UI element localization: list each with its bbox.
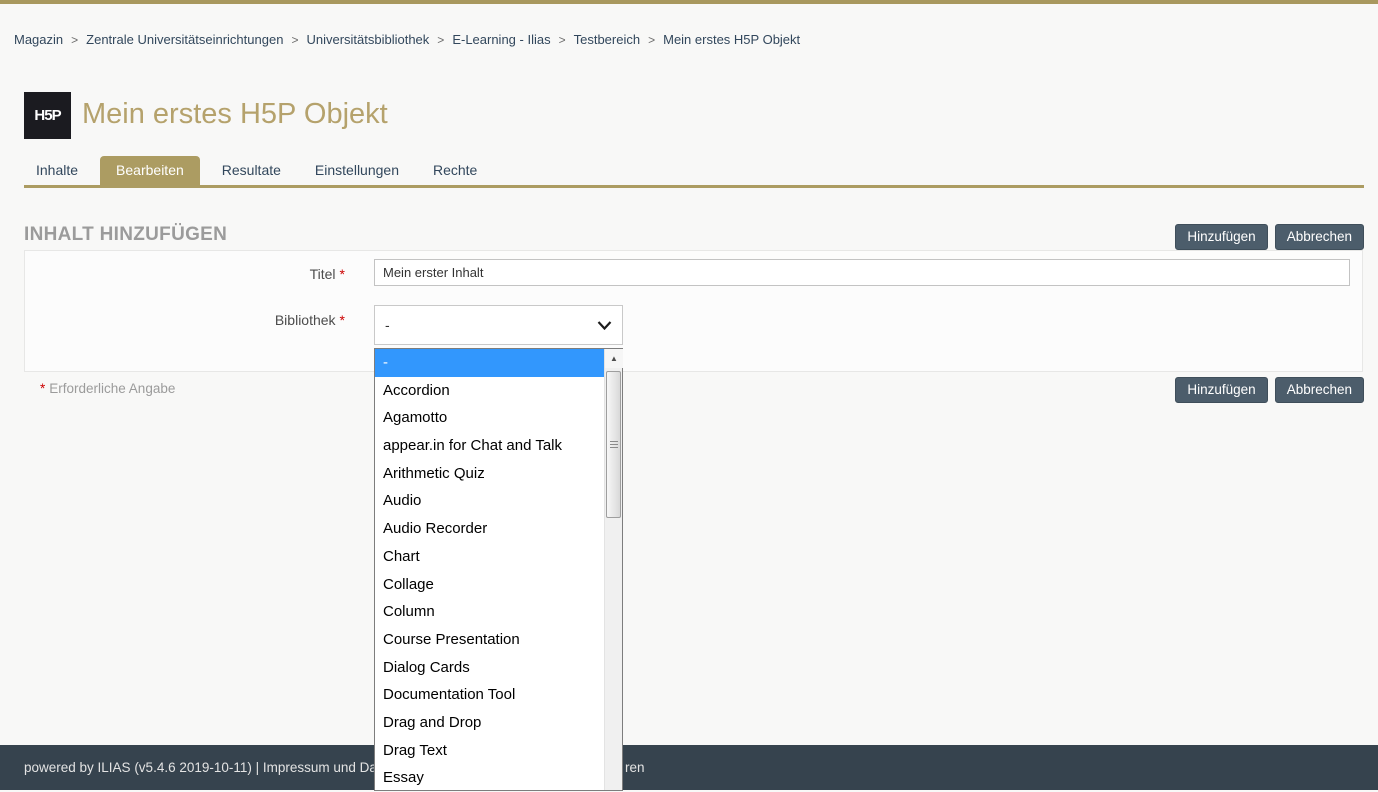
dropdown-option[interactable]: Agamotto <box>375 404 622 432</box>
footer-text-fragment: ren <box>625 760 645 775</box>
scroll-up-arrow-icon[interactable]: ▲ <box>605 349 623 368</box>
dropdown-option[interactable]: Accordion <box>375 377 622 405</box>
breadcrumb-item[interactable]: Mein erstes H5P Objekt <box>663 32 800 47</box>
breadcrumb-separator: > <box>648 33 655 47</box>
footer: powered by ILIAS (v5.4.6 2019-10-11) | I… <box>0 745 1378 790</box>
dropdown-option[interactable]: Audio <box>375 487 622 515</box>
tab-underline <box>24 185 1364 188</box>
required-asterisk: * <box>340 312 345 328</box>
h5p-logo: H5P <box>24 92 71 139</box>
section-heading: INHALT HINZUFÜGEN <box>24 224 227 246</box>
library-label-text: Bibliothek <box>275 312 336 328</box>
tab-einstellungen[interactable]: Einstellungen <box>303 156 411 185</box>
tab-inhalte[interactable]: Inhalte <box>24 156 90 185</box>
scrollbar-thumb[interactable] <box>606 371 621 518</box>
footer-text: powered by ILIAS (v5.4.6 2019-10-11) | I… <box>24 760 388 775</box>
title-label-text: Titel <box>310 266 336 282</box>
top-accent-bar <box>0 0 1378 4</box>
dropdown-option[interactable]: Collage <box>375 571 622 599</box>
tab-resultate[interactable]: Resultate <box>210 156 293 185</box>
breadcrumb-separator: > <box>291 33 298 47</box>
dropdown-option[interactable]: Column <box>375 598 622 626</box>
dropdown-option[interactable]: Course Presentation <box>375 626 622 654</box>
add-button[interactable]: Hinzufügen <box>1175 224 1267 250</box>
breadcrumb-separator: > <box>437 33 444 47</box>
library-select-value: - <box>385 317 390 333</box>
add-button[interactable]: Hinzufügen <box>1175 377 1267 403</box>
breadcrumb-item[interactable]: Zentrale Universitätseinrichtungen <box>86 32 283 47</box>
dropdown-option[interactable]: Arithmetic Quiz <box>375 460 622 488</box>
library-label: Bibliothek* <box>24 312 345 328</box>
dropdown-option[interactable]: Audio Recorder <box>375 515 622 543</box>
bottom-button-row: Hinzufügen Abbrechen <box>1175 377 1364 403</box>
dropdown-scrollbar[interactable]: ▲ <box>604 349 622 790</box>
required-asterisk: * <box>40 381 45 396</box>
tab-rechte[interactable]: Rechte <box>421 156 489 185</box>
dropdown-option[interactable]: Essay <box>375 764 622 792</box>
breadcrumb-item[interactable]: Testbereich <box>574 32 640 47</box>
title-label: Titel* <box>24 266 345 282</box>
library-select[interactable]: - <box>374 305 623 345</box>
dropdown-option[interactable]: Dialog Cards <box>375 654 622 682</box>
dropdown-option[interactable]: appear.in for Chat and Talk <box>375 432 622 460</box>
breadcrumb-item[interactable]: Universitätsbibliothek <box>306 32 429 47</box>
library-dropdown-list: -AccordionAgamottoappear.in for Chat and… <box>374 348 623 791</box>
page-title: Mein erstes H5P Objekt <box>82 98 388 131</box>
top-button-row: Hinzufügen Abbrechen <box>1175 224 1364 250</box>
dropdown-option[interactable]: - <box>375 349 622 377</box>
breadcrumb-item[interactable]: Magazin <box>14 32 63 47</box>
required-asterisk: * <box>340 266 345 282</box>
required-note: * Erforderliche Angabe <box>40 381 175 396</box>
cancel-button[interactable]: Abbrechen <box>1275 377 1364 403</box>
h5p-logo-text: H5P <box>34 107 60 124</box>
tab-bearbeiten[interactable]: Bearbeiten <box>100 156 200 185</box>
cancel-button[interactable]: Abbrechen <box>1275 224 1364 250</box>
dropdown-option[interactable]: Chart <box>375 543 622 571</box>
breadcrumb: Magazin > Zentrale Universitätseinrichtung… <box>14 32 800 47</box>
dropdown-option[interactable]: Documentation Tool <box>375 681 622 709</box>
chevron-down-icon <box>597 321 612 330</box>
breadcrumb-separator: > <box>71 33 78 47</box>
breadcrumb-separator: > <box>559 33 566 47</box>
required-note-text: Erforderliche Angabe <box>49 381 175 396</box>
tabs: Inhalte Bearbeiten Resultate Einstellungen R… <box>24 156 499 185</box>
scrollbar-grip-icon <box>610 441 618 450</box>
dropdown-option[interactable]: Drag Text <box>375 737 622 765</box>
title-input[interactable] <box>374 259 1350 286</box>
dropdown-option[interactable]: Drag and Drop <box>375 709 622 737</box>
breadcrumb-item[interactable]: E-Learning - Ilias <box>452 32 550 47</box>
